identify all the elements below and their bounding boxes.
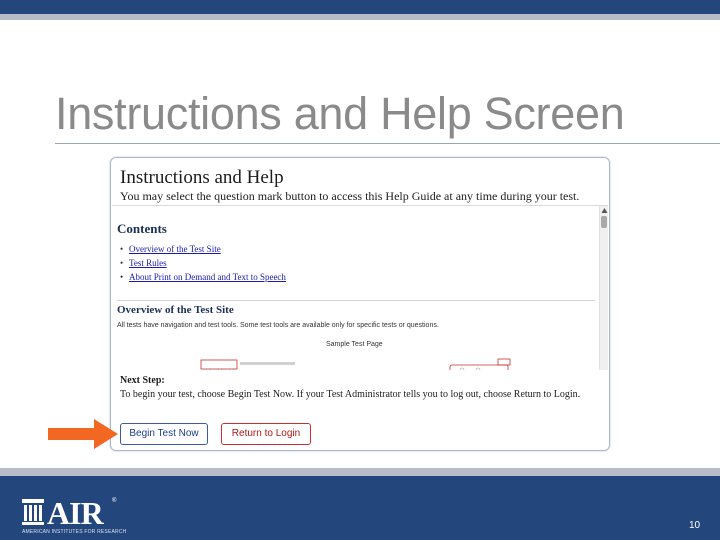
footer-bar: AIR ® AMERICAN INSTITUTES FOR RESEARCH 1…	[0, 468, 720, 540]
triangle-up-icon[interactable]	[601, 207, 608, 214]
toc-link-test-rules[interactable]: Test Rules	[120, 258, 286, 272]
toc-link-print-on-demand[interactable]: About Print on Demand and Text to Speech	[120, 272, 286, 286]
registered-mark: ®	[112, 498, 117, 504]
top-accent-stripe	[0, 14, 720, 20]
help-subtitle: You may select the question mark button …	[120, 189, 580, 203]
next-step-text: To begin your test, choose Begin Test No…	[120, 389, 581, 400]
help-header: Instructions and Help You may select the…	[111, 158, 609, 204]
logo-tagline: AMERICAN INSTITUTES FOR RESEARCH	[22, 529, 127, 535]
scrollbar-thumb[interactable]	[601, 216, 607, 228]
next-step-panel: Next Step: To begin your test, choose Be…	[112, 370, 608, 450]
logo-wordmark: AIR	[47, 495, 104, 531]
return-to-login-button[interactable]: Return to Login	[221, 423, 311, 445]
table-of-contents: Overview of the Test Site Test Rules Abo…	[120, 244, 286, 286]
air-building-icon	[22, 499, 44, 525]
page-number: 10	[689, 520, 701, 531]
contents-heading: Contents	[117, 221, 167, 236]
slide-title: Instructions and Help Screen	[55, 88, 625, 139]
top-brand-bar	[0, 0, 720, 14]
air-logo: AIR ® AMERICAN INSTITUTES FOR RESEARCH	[22, 495, 142, 536]
toc-link-overview[interactable]: Overview of the Test Site	[120, 244, 286, 258]
sample-page-caption: Sample Test Page	[326, 341, 383, 348]
begin-test-now-button[interactable]: Begin Test Now	[120, 423, 208, 445]
right-arrow-icon	[48, 419, 118, 449]
help-content-scroll-area[interactable]: Contents Overview of the Test Site Test …	[112, 205, 608, 370]
title-divider	[55, 143, 720, 144]
overview-text: All tests have navigation and test tools…	[117, 322, 439, 329]
section-divider	[117, 300, 595, 301]
help-screen-screenshot: Instructions and Help You may select the…	[110, 157, 610, 451]
vertical-scrollbar[interactable]	[599, 206, 608, 370]
overview-heading: Overview of the Test Site	[117, 304, 234, 316]
next-step-heading: Next Step:	[120, 375, 165, 386]
sample-test-page-preview	[200, 358, 511, 370]
help-title: Instructions and Help	[120, 167, 284, 188]
